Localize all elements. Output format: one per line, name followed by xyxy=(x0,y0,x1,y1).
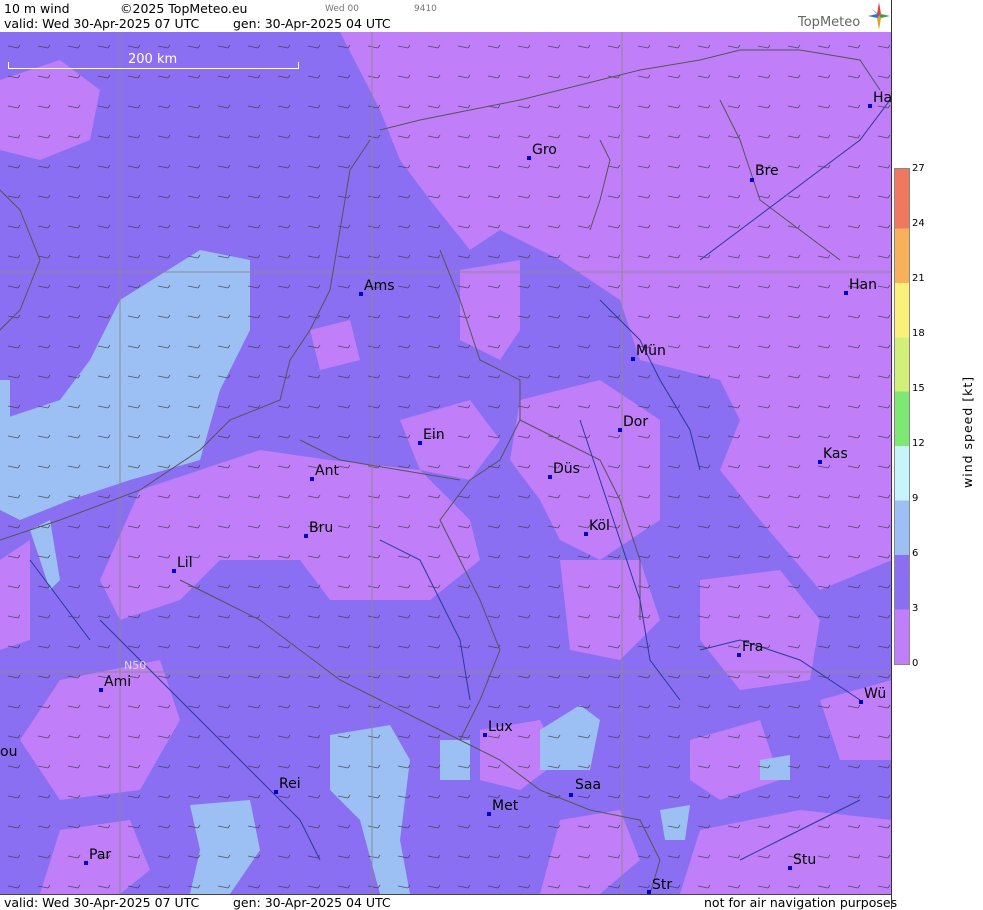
small-code-label: 9410 xyxy=(414,4,437,14)
legend-tick: 18 xyxy=(912,328,925,339)
city-label-ou[interactable]: ou xyxy=(0,744,17,760)
generated-time: gen: 30-Apr-2025 04 UTC xyxy=(233,16,391,31)
footer-generated-time: gen: 30-Apr-2025 04 UTC xyxy=(233,895,391,910)
legend-tick: 27 xyxy=(912,163,925,174)
grid-latitude-label: N50 xyxy=(124,659,147,672)
scale-bar: 200 km xyxy=(8,52,299,70)
city-dot xyxy=(548,475,552,479)
city-label-kas[interactable]: Kas xyxy=(823,446,848,462)
city-label-gro[interactable]: Gro xyxy=(532,142,557,158)
legend-tick: 12 xyxy=(912,438,925,449)
city-label-ami[interactable]: Ami xyxy=(104,674,131,690)
city-dot xyxy=(304,534,308,538)
city-label-dus[interactable]: Düs xyxy=(553,461,580,477)
small-time-label: Wed 00 xyxy=(325,4,359,14)
valid-time: valid: Wed 30-Apr-2025 07 UTC xyxy=(4,16,200,31)
copyright: ©2025 TopMeteo.eu xyxy=(120,1,248,16)
city-dot xyxy=(618,428,622,432)
city-label-ha[interactable]: Ha xyxy=(873,90,892,106)
city-label-str[interactable]: Str xyxy=(652,877,672,893)
wind-map[interactable]: 200 km N50 Ha Gro Bre Ams Han Mün Dor Ei… xyxy=(0,32,892,894)
city-dot xyxy=(584,532,588,536)
city-label-ams[interactable]: Ams xyxy=(364,278,395,294)
legend-tick: 15 xyxy=(912,383,925,394)
city-dot xyxy=(359,292,363,296)
city-label-wu[interactable]: Wü xyxy=(864,686,886,702)
city-dot xyxy=(310,477,314,481)
city-dot xyxy=(274,790,278,794)
city-dot xyxy=(859,700,863,704)
city-dot xyxy=(483,733,487,737)
wind-field xyxy=(0,32,892,894)
city-dot xyxy=(737,653,741,657)
city-label-ein[interactable]: Ein xyxy=(423,427,445,443)
map-right-border xyxy=(891,0,892,909)
legend-title: wind speed [kt] xyxy=(960,375,975,488)
wind-speed-color-scale xyxy=(894,168,910,665)
legend-tick: 6 xyxy=(912,548,919,559)
map-header: 10 m wind ©2025 TopMeteo.eu Wed 00 9410 … xyxy=(0,0,892,32)
city-label-fra[interactable]: Fra xyxy=(742,639,763,655)
legend-tick: 3 xyxy=(912,603,919,614)
city-dot xyxy=(569,793,573,797)
city-dot xyxy=(99,688,103,692)
legend-tick: 9 xyxy=(912,493,919,504)
logo-text: TopMeteo xyxy=(798,15,861,30)
city-label-par[interactable]: Par xyxy=(89,847,111,863)
city-dot xyxy=(487,812,491,816)
city-label-stu[interactable]: Stu xyxy=(793,852,816,868)
city-dot xyxy=(788,866,792,870)
city-label-dor[interactable]: Dor xyxy=(623,414,648,430)
city-label-ant[interactable]: Ant xyxy=(315,463,339,479)
city-label-han[interactable]: Han xyxy=(849,277,877,293)
legend-tick: 21 xyxy=(912,273,925,284)
city-label-saa[interactable]: Saa xyxy=(575,777,601,793)
map-footer: valid: Wed 30-Apr-2025 07 UTC gen: 30-Ap… xyxy=(0,894,897,910)
city-dot xyxy=(868,104,872,108)
footer-disclaimer: not for air navigation purposes xyxy=(704,895,898,910)
city-dot xyxy=(818,460,822,464)
scale-bar-label: 200 km xyxy=(126,52,180,67)
city-dot xyxy=(844,291,848,295)
city-dot xyxy=(84,861,88,865)
city-label-bre[interactable]: Bre xyxy=(755,163,779,179)
city-label-mun[interactable]: Mün xyxy=(636,343,666,359)
city-label-lux[interactable]: Lux xyxy=(488,719,513,735)
product-title: 10 m wind xyxy=(4,1,70,16)
city-dot xyxy=(750,178,754,182)
city-dot xyxy=(527,156,531,160)
city-label-lil[interactable]: Lil xyxy=(177,555,193,571)
city-dot xyxy=(418,441,422,445)
legend-tick: 0 xyxy=(912,658,919,669)
legend-tick: 24 xyxy=(912,218,925,229)
city-label-kol[interactable]: Köl xyxy=(589,518,610,534)
topmeteo-logo: TopMeteo xyxy=(798,2,890,30)
city-label-met[interactable]: Met xyxy=(492,798,518,814)
city-label-rei[interactable]: Rei xyxy=(279,776,301,792)
city-dot xyxy=(172,569,176,573)
compass-star-icon xyxy=(868,2,890,30)
city-label-bru[interactable]: Bru xyxy=(309,520,333,536)
city-dot xyxy=(631,357,635,361)
footer-valid-time: valid: Wed 30-Apr-2025 07 UTC xyxy=(4,895,200,910)
